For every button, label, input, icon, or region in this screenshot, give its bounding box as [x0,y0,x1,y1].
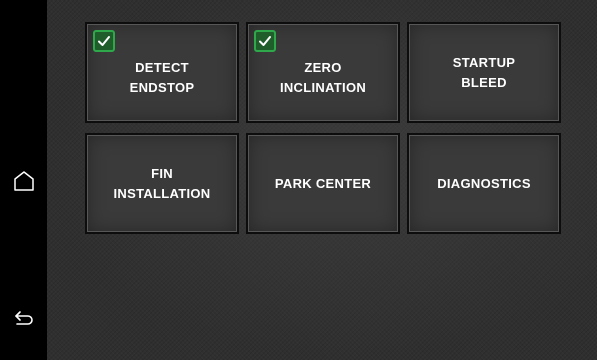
back-arrow-icon [12,306,36,335]
tile-label: STARTUP BLEED [452,54,516,90]
fin-installation-button[interactable]: FIN INSTALLATION [85,133,239,234]
diagnostics-button[interactable]: DIAGNOSTICS [407,133,561,234]
navigation-rail [0,0,47,360]
detect-endstop-button[interactable]: DETECT ENDSTOP [85,22,239,123]
tile-label: PARK CENTER [274,175,372,191]
tile-label: FIN INSTALLATION [113,165,211,201]
home-icon [12,169,36,198]
main-panel: DETECT ENDSTOP ZERO INCLINATION STARTUP … [47,0,597,360]
tile-label: DIAGNOSTICS [437,175,531,191]
checkmark-icon [254,30,276,52]
startup-bleed-button[interactable]: STARTUP BLEED [407,22,561,123]
zero-inclination-button[interactable]: ZERO INCLINATION [246,22,400,123]
home-button[interactable] [6,165,42,201]
screen: DETECT ENDSTOP ZERO INCLINATION STARTUP … [0,0,597,360]
checkmark-icon [93,30,115,52]
tile-label: ZERO INCLINATION [279,59,367,95]
back-button[interactable] [6,302,42,338]
park-center-button[interactable]: PARK CENTER [246,133,400,234]
tile-label: DETECT ENDSTOP [129,59,195,95]
